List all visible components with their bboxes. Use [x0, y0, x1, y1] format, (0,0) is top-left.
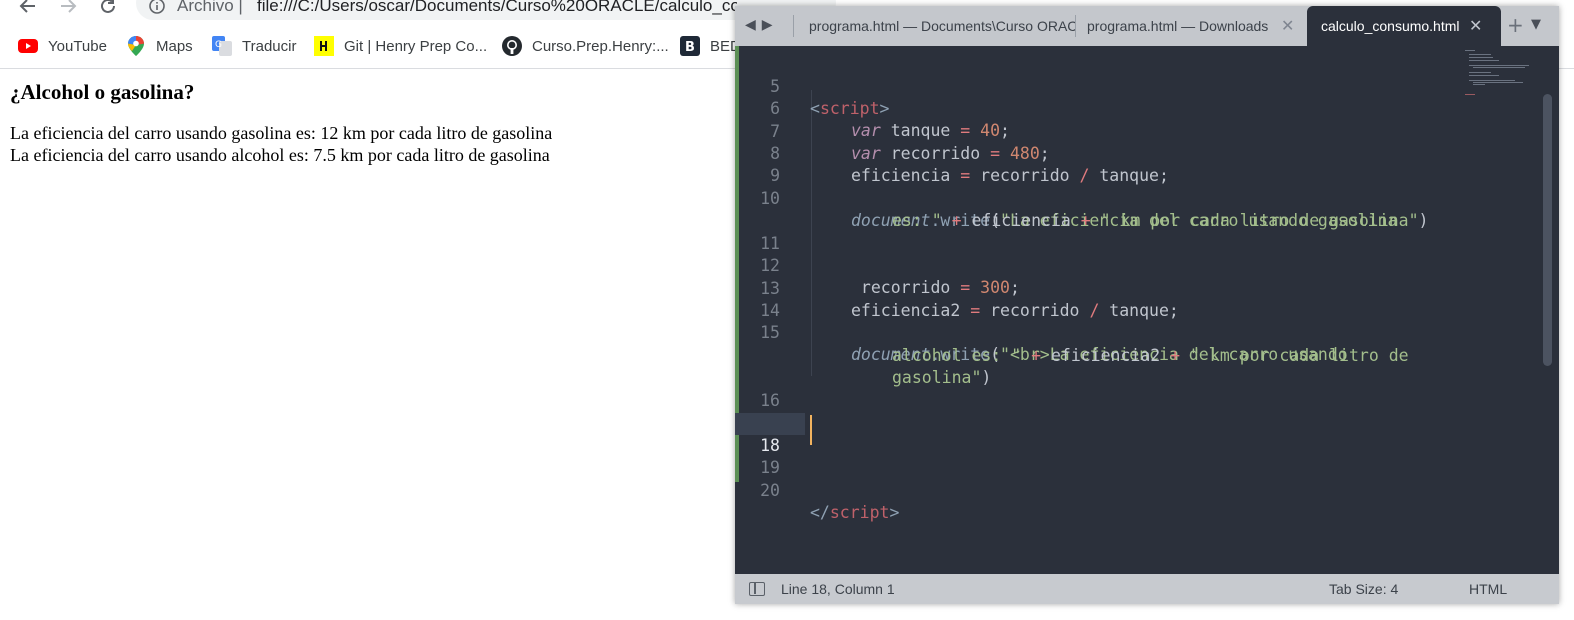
result-alcohol: La eficiencia del carro usando alcohol e…	[10, 145, 550, 165]
bookmark-label: YouTube	[48, 37, 107, 55]
reload-icon[interactable]	[94, 0, 122, 18]
tab-separator	[793, 15, 794, 37]
henry-logo-icon	[314, 36, 334, 56]
code-editor[interactable]: 5 <script> 6 var tanque = 40; 7 var reco…	[735, 46, 1559, 574]
tab-separator	[1075, 15, 1076, 37]
code-line: 9	[735, 143, 1541, 185]
bookmark-label: Git | Henry Prep Co...	[344, 37, 488, 55]
code-line: 20 </script>	[735, 458, 1541, 522]
address-url[interactable]: file:///C:/Users/oscar/Documents/Curso%2…	[257, 0, 737, 16]
back-arrow-icon[interactable]	[14, 0, 42, 18]
bookmark-youtube[interactable]: YouTube	[18, 32, 107, 60]
line-number: 20	[760, 481, 780, 500]
code-line: 8 eficiencia = recorrido / tanque;	[735, 121, 1541, 185]
tab-nav-arrows-icon[interactable]: ◀▶	[745, 17, 779, 33]
vertical-scrollbar[interactable]	[1543, 94, 1552, 366]
bed-logo-icon: B	[680, 36, 700, 56]
new-tab-plus-icon[interactable]: +	[1507, 13, 1524, 37]
bookmark-curso-prep[interactable]: Curso.Prep.Henry:...	[502, 32, 669, 60]
page-heading: ¿Alcohol o gasolina?	[10, 80, 195, 104]
address-scheme: Archivo |	[177, 0, 243, 15]
tab-label: programa.html — Downloads	[1087, 18, 1269, 34]
tab-label: programa.html — Documents\Curso ORACLE	[809, 18, 1075, 34]
code-line: 10 document.write("La eficiencia del car…	[735, 166, 1541, 230]
close-icon[interactable]: ✕	[1281, 16, 1294, 35]
web-page-content: ¿Alcohol o gasolina? La eficiencia del c…	[10, 78, 730, 166]
forward-arrow-icon[interactable]	[54, 0, 82, 18]
maps-pin-icon	[126, 36, 146, 56]
tab-menu-chevron-icon[interactable]: ▼	[1531, 17, 1541, 32]
bookmark-traducir[interactable]: G Traducir	[212, 32, 296, 60]
code-line: 6 var tanque = 40;	[735, 76, 1541, 140]
close-icon[interactable]: ✕	[1469, 16, 1482, 35]
bookmark-maps[interactable]: Maps	[126, 32, 193, 60]
code-line: 12 recorrido = 300;	[735, 233, 1541, 297]
syntax-selector[interactable]: HTML	[1469, 581, 1507, 597]
tab-programa-downloads[interactable]: programa.html — Downloads	[1087, 6, 1297, 46]
tab-size-selector[interactable]: Tab Size: 4	[1329, 581, 1398, 597]
tab-label: calculo_consumo.html	[1321, 18, 1460, 34]
code-line-wrap: alcohol es: " + eficiencia2 + " km por c…	[735, 323, 1541, 365]
code-line: 14	[735, 278, 1541, 320]
tab-bar: ◀▶ programa.html — Documents\Curso ORACL…	[735, 6, 1559, 46]
code-line: 11	[735, 211, 1541, 253]
svg-text:G: G	[215, 40, 222, 50]
bookmark-git-henry[interactable]: Git | Henry Prep Co...	[314, 32, 487, 60]
code-line: 7 var recorrido = 480;	[735, 99, 1541, 163]
code-line: 5 <script>	[735, 54, 1541, 118]
result-gasolina: La eficiencia del carro usando gasolina …	[10, 123, 553, 143]
code-line: 17	[735, 390, 1541, 432]
github-icon	[502, 36, 522, 56]
svg-text:B: B	[685, 40, 695, 55]
youtube-icon	[18, 36, 38, 56]
bookmark-label: Traducir	[242, 37, 297, 55]
sublime-text-window: ◀▶ programa.html — Documents\Curso ORACL…	[735, 6, 1559, 604]
sidebar-toggle-icon[interactable]	[749, 582, 765, 596]
code-line-wrap: gasolina")	[735, 345, 1541, 387]
cursor-position: Line 18, Column 1	[781, 581, 895, 597]
translate-icon: G	[212, 36, 232, 56]
token: script	[829, 503, 890, 522]
code-line: 19	[735, 435, 1541, 477]
bookmark-label: Curso.Prep.Henry:...	[532, 37, 669, 55]
minimap[interactable]	[1459, 48, 1539, 108]
code-line-wrap: es: " + eficiencia + " km por cada litro…	[735, 188, 1541, 230]
status-bar: Line 18, Column 1 Tab Size: 4 HTML	[735, 574, 1559, 604]
current-line-gutter: 18	[735, 413, 805, 455]
code-line: 13 eficiencia2 = recorrido / tanque;	[735, 256, 1541, 320]
tab-programa-documents[interactable]: programa.html — Documents\Curso ORACLE	[809, 6, 1075, 46]
code-line: 15 document.write("<br>La eficiencia del…	[735, 300, 1541, 364]
bookmark-bed[interactable]: B BED	[680, 32, 741, 60]
code-text: </script>	[810, 503, 900, 522]
info-icon[interactable]	[148, 0, 166, 15]
code-line: 16	[735, 368, 1541, 410]
bookmark-label: Maps	[156, 37, 193, 55]
